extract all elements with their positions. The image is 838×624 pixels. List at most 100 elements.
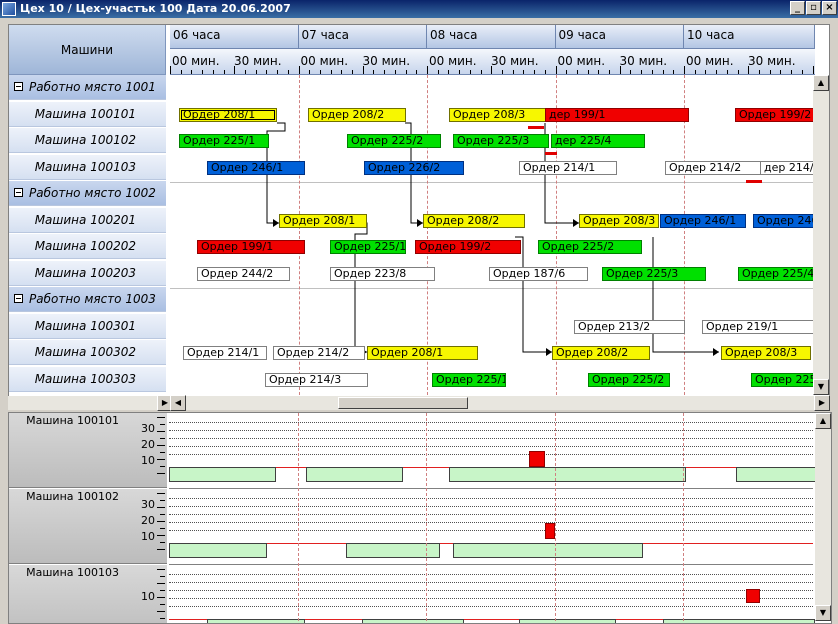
- load-axis-tick: [160, 500, 165, 501]
- load-overload-line: [267, 543, 346, 544]
- scroll-thumb[interactable]: [338, 397, 468, 409]
- load-bar: [207, 619, 305, 623]
- order-bar[interactable]: Ордер 226/2: [364, 160, 464, 175]
- order-bar[interactable]: Ордер 208/1: [179, 107, 277, 122]
- order-bar[interactable]: Ордер 246/1: [660, 213, 746, 228]
- app-icon[interactable]: [2, 2, 16, 16]
- minimize-button[interactable]: _: [790, 1, 805, 15]
- window-title: Цех 10 / Цех-участък 100 Дата 20.06.2007: [20, 2, 291, 15]
- order-bar[interactable]: Ордер 199/2: [735, 107, 825, 122]
- order-bar[interactable]: дер 214/3: [760, 160, 820, 175]
- order-bar[interactable]: Ордер 214/1: [519, 160, 617, 175]
- order-bar[interactable]: Ордер 225/3: [751, 372, 821, 387]
- load-overload-line: [464, 619, 519, 620]
- load-scroll-down-arrow-icon[interactable]: ▼: [815, 605, 831, 621]
- scroll-down-arrow-icon[interactable]: ▼: [813, 379, 829, 395]
- order-bar[interactable]: Ордер 214/2: [665, 160, 761, 175]
- vertical-scrollbar[interactable]: ▲ ▼: [813, 75, 829, 395]
- order-bar[interactable]: Ордер 246/1: [207, 160, 305, 175]
- scroll-left-arrow-icon[interactable]: ◀: [170, 395, 186, 411]
- load-axis-label: 30: [141, 498, 155, 511]
- load-vertical-scrollbar[interactable]: ▲ ▼: [815, 413, 831, 621]
- load-overload-line: [643, 543, 813, 544]
- order-bar[interactable]: Ордер 208/2: [423, 213, 525, 228]
- load-gridline: [169, 522, 813, 523]
- order-bar[interactable]: Ордер 199/1: [197, 240, 305, 254]
- order-bar[interactable]: Ордер 225/3: [453, 134, 549, 148]
- load-scroll-up-arrow-icon[interactable]: ▲: [815, 413, 831, 429]
- load-gridline: [169, 606, 813, 607]
- order-bar[interactable]: Ордер 208/3: [449, 107, 547, 122]
- conflict-marker: [528, 126, 544, 129]
- order-bar[interactable]: Ордер 225/2: [588, 372, 670, 387]
- load-axis-tick: [157, 417, 165, 418]
- load-axis-tick: [160, 514, 165, 515]
- order-bar[interactable]: Ордер 225/4: [738, 266, 818, 281]
- load-overload-line: [169, 619, 207, 620]
- load-machine-label: Машина 100103: [26, 566, 119, 579]
- load-bar: [362, 619, 464, 623]
- load-overload-block: [545, 523, 555, 539]
- maximize-button[interactable]: ▫: [806, 1, 821, 15]
- order-bar[interactable]: Ордер 208/3: [579, 213, 659, 228]
- order-bar[interactable]: Ордер 187/6: [489, 266, 588, 281]
- load-machine-label: Машина 100102: [26, 490, 119, 503]
- dependency-link: [652, 237, 719, 353]
- order-bar[interactable]: Ордер 214/2: [273, 346, 365, 360]
- scroll-right-arrow-icon[interactable]: ▶: [814, 395, 830, 411]
- load-axis-tick: [160, 438, 165, 439]
- load-hour-gridline: [426, 413, 427, 621]
- scroll-up-arrow-icon[interactable]: ▲: [813, 75, 829, 91]
- load-axis-label: 10: [141, 454, 155, 467]
- load-axis-tick: [160, 618, 165, 619]
- load-axis-tick: [160, 604, 165, 605]
- order-bar[interactable]: дер 199/1: [545, 107, 689, 122]
- order-bar[interactable]: Ордер 223/8: [330, 266, 435, 281]
- order-bar[interactable]: дер 225/4: [551, 134, 645, 148]
- order-bar[interactable]: Ордер 208/1: [367, 346, 478, 360]
- load-axis-tick: [157, 493, 165, 494]
- load-machine-label: Машина 100101: [26, 414, 119, 427]
- load-axis-tick: [160, 590, 165, 591]
- load-axis-tick: [160, 542, 165, 543]
- order-bar[interactable]: Ордер 225/1: [432, 372, 506, 387]
- order-bar[interactable]: Ордер 214/1: [183, 346, 267, 360]
- order-bar[interactable]: Ордер 225/1: [179, 134, 269, 148]
- arrowhead-icon: [713, 348, 719, 356]
- load-overload-line: [686, 467, 736, 468]
- load-axis-tick: [160, 466, 165, 467]
- order-bar[interactable]: Ордер 225/2: [538, 240, 642, 254]
- horizontal-scrollbar[interactable]: ▶ ◀ ▶: [8, 395, 830, 411]
- order-bar[interactable]: Ордер 208/1: [279, 213, 367, 228]
- order-bar[interactable]: Ордер 214/3: [265, 372, 368, 387]
- load-bar: [519, 619, 616, 623]
- order-bar[interactable]: Ордер 199/2: [415, 240, 521, 254]
- close-button[interactable]: ×: [822, 1, 837, 15]
- order-bar[interactable]: Ордер 225/2: [347, 134, 441, 148]
- order-bar[interactable]: Ордер 225/3: [602, 266, 706, 281]
- load-axis-tick: [157, 473, 165, 474]
- load-bar: [453, 543, 643, 558]
- load-overload-line: [440, 543, 453, 544]
- load-axis-tick: [160, 528, 165, 529]
- order-bar[interactable]: Ордер 219/1: [702, 319, 816, 334]
- load-bar: [306, 467, 403, 482]
- dependency-links: [266, 122, 719, 356]
- load-hour-gridline: [683, 413, 684, 621]
- order-bar[interactable]: Ордер 208/2: [552, 346, 650, 360]
- order-bar[interactable]: Ордер 246/2: [753, 213, 821, 228]
- load-machine-header: Машина 100101 30 20 10: [9, 413, 167, 488]
- load-bar: [663, 619, 815, 623]
- order-bar[interactable]: Ордер 213/2: [574, 319, 685, 334]
- order-bar[interactable]: Ордер 208/3: [721, 346, 811, 360]
- load-axis-label: 10: [141, 530, 155, 543]
- load-gridline: [169, 574, 813, 575]
- load-axis-label: 20: [141, 438, 155, 451]
- order-bar[interactable]: Ордер 244/2: [197, 266, 290, 281]
- load-gridline: [169, 506, 813, 507]
- load-gridline: [169, 446, 813, 447]
- order-bar[interactable]: Ордер 208/2: [308, 107, 406, 122]
- load-axis-tick: [157, 583, 165, 584]
- order-bar[interactable]: Ордер 225/1: [330, 240, 406, 254]
- load-gridline: [169, 498, 813, 499]
